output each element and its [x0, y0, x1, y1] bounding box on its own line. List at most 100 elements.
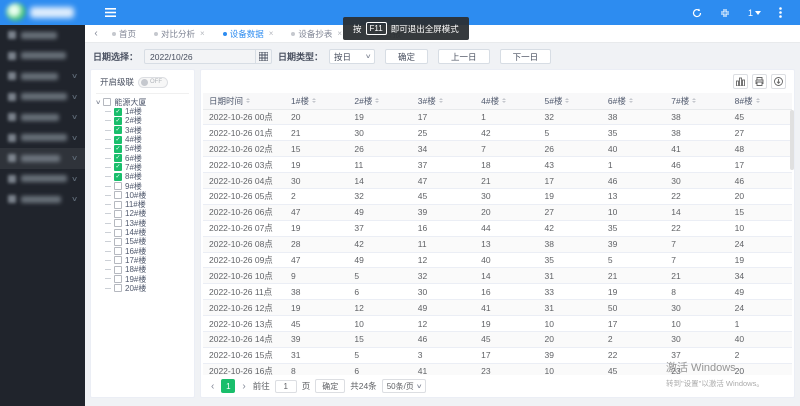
- tree-item-checkbox[interactable]: [114, 229, 122, 237]
- tree-item-12#楼[interactable]: 12#楼: [105, 209, 189, 218]
- table-header-cell[interactable]: 6#楼: [602, 93, 665, 109]
- sidebar-item[interactable]: ∨: [0, 128, 85, 149]
- table-row[interactable]: 2022-10-26 03点191137184314617: [203, 157, 792, 173]
- sidebar-item[interactable]: ∨: [0, 148, 85, 169]
- table-header-cell[interactable]: 7#楼: [665, 93, 728, 109]
- tree-item-checkbox[interactable]: ✓: [114, 126, 122, 134]
- table-row[interactable]: 2022-10-26 04点3014472117463046: [203, 173, 792, 189]
- sort-icon[interactable]: [629, 98, 633, 103]
- fullscreen-exit-icon[interactable]: [720, 8, 730, 18]
- table-row[interactable]: 2022-10-26 00点201917132383845: [203, 109, 792, 125]
- tree-item-13#楼[interactable]: 13#楼: [105, 219, 189, 228]
- tree-item-checkbox[interactable]: [114, 256, 122, 264]
- calendar-icon[interactable]: [255, 50, 271, 63]
- date-picker-input[interactable]: 2022/10/26: [144, 49, 272, 64]
- tree-item-checkbox[interactable]: [114, 247, 122, 255]
- tree-item-15#楼[interactable]: 15#楼: [105, 237, 189, 246]
- more-icon[interactable]: [779, 7, 782, 18]
- table-row[interactable]: 2022-10-26 11点38630163319849: [203, 284, 792, 300]
- sidebar-item[interactable]: [0, 25, 85, 46]
- tree-item-checkbox[interactable]: ✓: [114, 136, 122, 144]
- tree-item-16#楼[interactable]: 16#楼: [105, 246, 189, 255]
- user-menu[interactable]: 1: [748, 8, 761, 18]
- tree-item-checkbox[interactable]: [114, 238, 122, 246]
- table-row[interactable]: 2022-10-26 08点284211133839724: [203, 236, 792, 252]
- tree-item-checkbox[interactable]: ✓: [114, 117, 122, 125]
- export-icon[interactable]: [771, 74, 786, 89]
- table-row[interactable]: 2022-10-26 01点213025425353827: [203, 125, 792, 141]
- table-header-cell[interactable]: 1#楼: [285, 93, 348, 109]
- tree-item-20#楼[interactable]: 20#楼: [105, 284, 189, 293]
- table-row[interactable]: 2022-10-26 07点1937164442352210: [203, 220, 792, 236]
- sort-icon[interactable]: [756, 98, 760, 103]
- close-icon[interactable]: ×: [337, 29, 342, 38]
- tree-item-18#楼[interactable]: 18#楼: [105, 265, 189, 274]
- tree-item-10#楼[interactable]: 10#楼: [105, 191, 189, 200]
- tree-item-checkbox[interactable]: ✓: [114, 173, 122, 181]
- page-number-button[interactable]: 1: [221, 379, 235, 393]
- tree-item-checkbox[interactable]: ✓: [114, 154, 122, 162]
- table-header-cell[interactable]: 日期时间: [203, 93, 285, 109]
- table-row[interactable]: 2022-10-26 09点47491240355719: [203, 252, 792, 268]
- tree-item-checkbox[interactable]: [114, 210, 122, 218]
- tree-item-1#楼[interactable]: ✓1#楼: [105, 107, 189, 116]
- tree-item-11#楼[interactable]: 11#楼: [105, 200, 189, 209]
- table-row[interactable]: 2022-10-26 15点3153173922372: [203, 347, 792, 363]
- print-icon[interactable]: [752, 74, 767, 89]
- tab-设备抄表[interactable]: 设备抄表×: [282, 25, 351, 42]
- refresh-icon[interactable]: [692, 8, 702, 18]
- table-row[interactable]: 2022-10-26 06点4749392027101415: [203, 204, 792, 220]
- chart-view-icon[interactable]: [733, 74, 748, 89]
- table-row[interactable]: 2022-10-26 16点86412310452320: [203, 363, 792, 375]
- date-type-select[interactable]: 按日 ∨: [329, 49, 375, 64]
- tree-item-3#楼[interactable]: ✓3#楼: [105, 126, 189, 135]
- table-header-cell[interactable]: 4#楼: [475, 93, 538, 109]
- sort-icon[interactable]: [375, 98, 379, 103]
- sidebar-item[interactable]: ∨: [0, 169, 85, 190]
- tree-item-17#楼[interactable]: 17#楼: [105, 256, 189, 265]
- tree-item-9#楼[interactable]: 9#楼: [105, 181, 189, 190]
- sort-icon[interactable]: [246, 98, 250, 103]
- page-size-select[interactable]: 50条/页 ∨: [382, 379, 427, 393]
- next-day-button[interactable]: 下一日: [500, 49, 552, 64]
- tree-item-4#楼[interactable]: ✓4#楼: [105, 135, 189, 144]
- sidebar-item[interactable]: [0, 46, 85, 67]
- close-icon[interactable]: ×: [200, 29, 205, 38]
- tree-item-7#楼[interactable]: ✓7#楼: [105, 163, 189, 172]
- table-row[interactable]: 2022-10-26 14点391546452023040: [203, 331, 792, 347]
- tree-item-checkbox[interactable]: ✓: [114, 145, 122, 153]
- tree-expand-icon[interactable]: ∨: [95, 99, 101, 106]
- table-scrollbar[interactable]: [790, 110, 794, 170]
- sidebar-item[interactable]: ∨: [0, 107, 85, 128]
- tree-item-8#楼[interactable]: ✓8#楼: [105, 172, 189, 181]
- sidebar-item[interactable]: ∨: [0, 66, 85, 87]
- collapse-menu-icon[interactable]: [105, 7, 116, 18]
- tree-item-checkbox[interactable]: [114, 201, 122, 209]
- confirm-button[interactable]: 确定: [385, 49, 428, 64]
- close-icon[interactable]: ×: [269, 29, 274, 38]
- goto-confirm-button[interactable]: 确定: [315, 379, 345, 393]
- tree-item-checkbox[interactable]: [114, 284, 122, 292]
- prev-day-button[interactable]: 上一日: [438, 49, 490, 64]
- tab-设备数据[interactable]: 设备数据×: [214, 25, 283, 42]
- tree-item-checkbox[interactable]: ✓: [114, 108, 122, 116]
- table-header-cell[interactable]: 5#楼: [539, 93, 602, 109]
- tab-首页[interactable]: 首页: [103, 25, 145, 42]
- table-header-cell[interactable]: 2#楼: [348, 93, 411, 109]
- tree-item-14#楼[interactable]: 14#楼: [105, 228, 189, 237]
- tree-item-checkbox[interactable]: ✓: [114, 163, 122, 171]
- sidebar-item[interactable]: ∨: [0, 87, 85, 108]
- tab-对比分析[interactable]: 对比分析×: [145, 25, 214, 42]
- sort-icon[interactable]: [312, 98, 316, 103]
- sort-icon[interactable]: [565, 98, 569, 103]
- tree-root-node[interactable]: ∨ 能源大厦: [96, 97, 189, 107]
- next-page-icon[interactable]: ›: [240, 381, 247, 392]
- tree-item-6#楼[interactable]: ✓6#楼: [105, 153, 189, 162]
- table-header-cell[interactable]: 8#楼: [729, 93, 792, 109]
- table-row[interactable]: 2022-10-26 02点152634726404148: [203, 141, 792, 157]
- tree-item-5#楼[interactable]: ✓5#楼: [105, 144, 189, 153]
- tree-item-checkbox[interactable]: [114, 191, 122, 199]
- table-row[interactable]: 2022-10-26 05点232453019132220: [203, 188, 792, 204]
- prev-page-icon[interactable]: ‹: [209, 381, 216, 392]
- tree-item-2#楼[interactable]: ✓2#楼: [105, 116, 189, 125]
